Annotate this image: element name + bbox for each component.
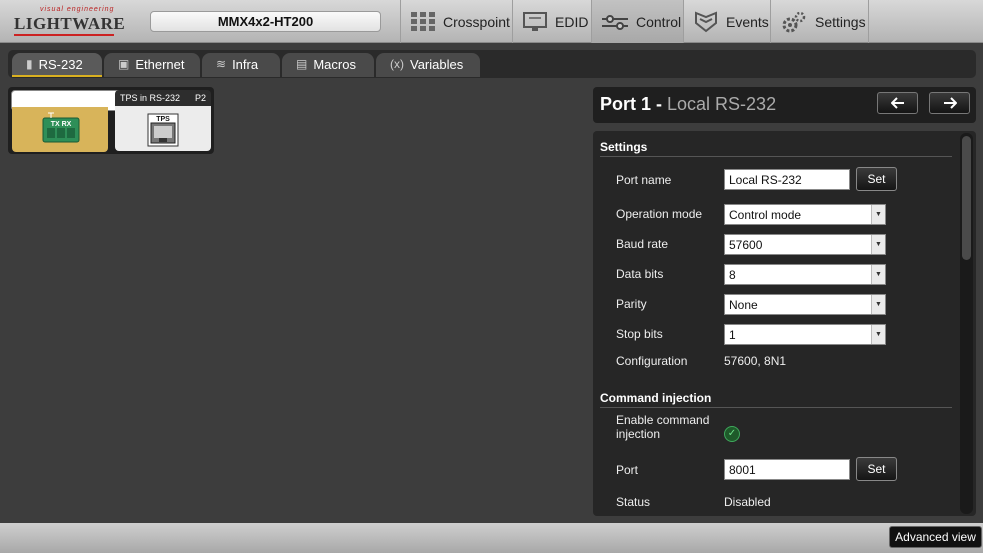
divider xyxy=(600,156,952,157)
data-bits-select[interactable]: 8 ▼ xyxy=(724,264,886,285)
main-nav: Crosspoint EDID Control Events Settings xyxy=(400,0,869,43)
nav-crosspoint[interactable]: Crosspoint xyxy=(400,0,512,43)
monitor-icon xyxy=(523,11,547,33)
tab-label: Infra xyxy=(232,56,259,72)
footer-bar xyxy=(0,523,983,553)
tab-label: RS-232 xyxy=(38,56,83,72)
nav-settings[interactable]: Settings xyxy=(770,0,869,43)
port-panel-header: Port 1 - Local RS-232 xyxy=(593,87,976,123)
lightware-logo: visual engineering LIGHTWARE xyxy=(14,6,125,36)
port-title: Port 1 - Local RS-232 xyxy=(600,94,777,114)
nav-label: Control xyxy=(636,13,682,30)
arrow-right-icon xyxy=(943,97,957,109)
shield-icon xyxy=(694,11,718,33)
operation-mode-select[interactable]: Control mode ▼ xyxy=(724,204,886,225)
port-name: TPS in RS-232 xyxy=(120,93,181,103)
data-bits-label: Data bits xyxy=(616,267,664,281)
port-id: P1 xyxy=(91,97,103,107)
port-body: TPS xyxy=(115,106,211,151)
logo-underline xyxy=(14,34,114,36)
nav-events[interactable]: Events xyxy=(683,0,770,43)
command-injection-heading: Command injection xyxy=(600,391,712,405)
nav-label: Crosspoint xyxy=(443,13,510,30)
chevron-down-icon: ▼ xyxy=(871,265,885,284)
nav-label: Settings xyxy=(815,13,866,30)
check-icon: ✓ xyxy=(727,428,737,439)
settings-heading: Settings xyxy=(600,140,648,154)
chevron-down-icon: ▼ xyxy=(871,235,885,254)
variable-icon: (x) xyxy=(390,57,404,71)
logo-tagline: visual engineering xyxy=(40,6,115,13)
operation-mode-label: Operation mode xyxy=(616,207,703,221)
tab-infra[interactable]: ≋ Infra xyxy=(202,53,280,77)
control-tabs: ▮ RS-232 ▣ Ethernet ≋ Infra ▤ Macros (x)… xyxy=(12,53,482,77)
baud-rate-label: Baud rate xyxy=(616,237,669,251)
port-id: P2 xyxy=(194,93,206,103)
injection-port-set-button[interactable]: Set xyxy=(856,457,897,481)
scrollbar-thumb[interactable] xyxy=(962,136,971,260)
port-header: Local RS-232 P1 xyxy=(12,91,108,107)
plug-label: TX RX xyxy=(51,121,72,128)
baud-rate-select[interactable]: 57600 ▼ xyxy=(724,234,886,255)
nav-control[interactable]: Control xyxy=(591,0,683,43)
port-header: TPS in RS-232 P2 xyxy=(115,90,211,105)
ethernet-icon: ▣ xyxy=(118,57,130,71)
phoenix-connector-icon: TX RX xyxy=(42,112,80,143)
port-name-input[interactable]: Local RS-232 xyxy=(724,169,850,190)
injection-port-input[interactable]: 8001 xyxy=(724,459,850,480)
arrow-left-icon xyxy=(890,97,904,109)
serial-icon: ▮ xyxy=(26,57,33,71)
tab-label: Macros xyxy=(313,56,356,72)
plug-label: TPS xyxy=(156,116,170,123)
port-name: Local RS-232 xyxy=(17,97,72,107)
port-subtitle: Local RS-232 xyxy=(667,94,777,114)
port-name-set-button[interactable]: Set xyxy=(856,167,897,191)
chevron-down-icon: ▼ xyxy=(871,295,885,314)
tab-label: Ethernet xyxy=(135,56,185,72)
configuration-label: Configuration xyxy=(616,354,688,368)
sliders-icon xyxy=(602,11,628,33)
tps-connector-icon: TPS xyxy=(147,113,179,147)
settings-panel: Settings Port name Local RS-232 Set Oper… xyxy=(593,131,976,516)
status-label: Status xyxy=(616,495,651,509)
gears-icon xyxy=(781,11,807,33)
grid-icon xyxy=(411,11,435,33)
enable-injection-label-line1: Enable command xyxy=(616,413,710,427)
top-bar: visual engineering LIGHTWARE MMX4x2-HT20… xyxy=(0,0,983,43)
nav-label: EDID xyxy=(555,13,589,30)
chevron-down-icon: ▼ xyxy=(871,205,885,224)
nav-label: Events xyxy=(726,13,769,30)
port-list: Local RS-232 P1 TX RX TPS in RS-232 P2 T… xyxy=(8,87,214,154)
status-value: Disabled xyxy=(724,495,771,509)
device-name-field[interactable]: MMX4x2-HT200 xyxy=(150,11,381,32)
document-icon: ▤ xyxy=(296,57,308,71)
prev-port-button[interactable] xyxy=(877,92,918,114)
port-body: TX RX xyxy=(12,107,108,152)
advanced-view-button[interactable]: Advanced view xyxy=(889,526,982,548)
tab-variables[interactable]: (x) Variables xyxy=(376,53,480,77)
parity-select[interactable]: None ▼ xyxy=(724,294,886,315)
tab-rs232[interactable]: ▮ RS-232 xyxy=(12,53,102,77)
enable-injection-label-line2: injection xyxy=(616,427,661,441)
port-tile-p2[interactable]: TPS in RS-232 P2 TPS xyxy=(115,90,211,151)
port-name-label: Port name xyxy=(616,173,672,187)
stop-bits-label: Stop bits xyxy=(616,327,663,341)
tab-macros[interactable]: ▤ Macros xyxy=(282,53,374,77)
divider xyxy=(600,407,952,408)
nav-edid[interactable]: EDID xyxy=(512,0,591,43)
configuration-value: 57600, 8N1 xyxy=(724,354,787,368)
injection-port-label: Port xyxy=(616,463,639,477)
next-port-button[interactable] xyxy=(929,92,970,114)
tab-label: Variables xyxy=(410,56,464,72)
logo-name: LIGHTWARE xyxy=(14,14,126,33)
tab-ethernet[interactable]: ▣ Ethernet xyxy=(104,53,200,77)
enable-injection-checkbox[interactable]: ✓ xyxy=(724,426,740,442)
parity-label: Parity xyxy=(616,297,647,311)
stop-bits-select[interactable]: 1 ▼ xyxy=(724,324,886,345)
chevron-down-icon: ▼ xyxy=(871,325,885,344)
ir-icon: ≋ xyxy=(216,57,227,71)
